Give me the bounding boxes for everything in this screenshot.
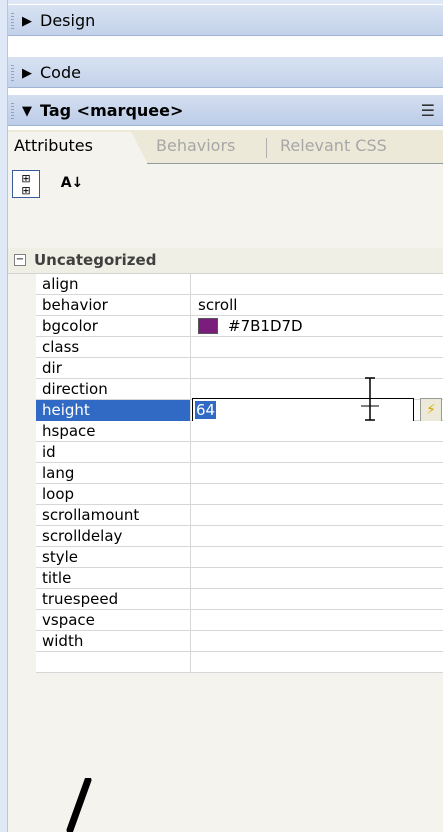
- tab-relevant-css[interactable]: Relevant CSS: [280, 136, 387, 155]
- panel-title-code: Code: [40, 63, 81, 82]
- attribute-name: dir: [36, 358, 191, 379]
- attribute-value[interactable]: [192, 463, 443, 484]
- attribute-value[interactable]: [192, 379, 443, 400]
- grip-icon[interactable]: [11, 65, 14, 81]
- attributes-toolbar: ⊞ ⊞ A↓: [8, 164, 443, 212]
- attribute-row-width[interactable]: width: [8, 631, 443, 652]
- property-grid: − Uncategorized align behavior scroll bg…: [8, 248, 443, 832]
- collapse-arrow-icon: ▼: [22, 104, 32, 119]
- toolbar-spacer: [8, 212, 443, 249]
- collapse-toggle-icon[interactable]: −: [14, 254, 26, 266]
- attribute-value[interactable]: [192, 631, 443, 652]
- attribute-value[interactable]: [192, 442, 443, 463]
- attribute-name-selected: height: [36, 400, 191, 421]
- attribute-row-height[interactable]: height 64 ⚡ 64: [8, 377, 443, 450]
- attribute-value[interactable]: scroll: [192, 295, 443, 316]
- tab-attributes[interactable]: Attributes: [8, 132, 148, 164]
- attribute-name: title: [36, 568, 191, 589]
- attribute-value[interactable]: [192, 421, 443, 442]
- bgcolor-hex: #7B1D7D: [228, 317, 303, 335]
- attribute-value[interactable]: [192, 568, 443, 589]
- panel-frame-left: [0, 0, 8, 832]
- expand-arrow-icon: ▶: [22, 66, 32, 81]
- attribute-value[interactable]: [192, 610, 443, 631]
- attribute-name: hspace: [36, 421, 191, 442]
- attribute-name: truespeed: [36, 589, 191, 610]
- dynamic-data-lightning-icon[interactable]: ⚡: [420, 398, 442, 422]
- attribute-row-bgcolor[interactable]: bgcolor #7B1D7D: [8, 316, 443, 337]
- attribute-value[interactable]: [192, 358, 443, 379]
- attribute-value[interactable]: [192, 274, 443, 295]
- attribute-name: align: [36, 274, 191, 295]
- attribute-value-bgcolor[interactable]: #7B1D7D: [192, 316, 443, 337]
- category-label: Uncategorized: [34, 251, 157, 269]
- attribute-value[interactable]: [192, 526, 443, 547]
- attribute-name: scrollamount: [36, 505, 191, 526]
- color-swatch[interactable]: [198, 318, 218, 334]
- attribute-row-align[interactable]: align: [8, 274, 443, 295]
- attribute-row-empty[interactable]: [8, 652, 443, 673]
- expand-arrow-icon: ▶: [22, 14, 32, 29]
- panel-header-code[interactable]: ▶ Code: [8, 56, 443, 88]
- attribute-row-class[interactable]: class: [8, 337, 443, 358]
- attribute-value[interactable]: [192, 337, 443, 358]
- panel-title-tag: Tag <marquee>: [40, 101, 184, 120]
- attribute-name: bgcolor: [36, 316, 191, 337]
- attribute-row-hspace[interactable]: hspace: [8, 421, 443, 442]
- grip-icon[interactable]: [11, 103, 14, 119]
- attribute-value[interactable]: [192, 505, 443, 526]
- text-cursor-icon: [361, 377, 379, 421]
- attribute-row-scrolldelay[interactable]: scrolldelay: [8, 526, 443, 547]
- attribute-name: scrolldelay: [36, 526, 191, 547]
- category-view-icon[interactable]: ⊞ ⊞: [12, 170, 40, 198]
- attribute-row-lang[interactable]: lang: [8, 463, 443, 484]
- attribute-row-id[interactable]: id: [8, 442, 443, 463]
- attribute-name: vspace: [36, 610, 191, 631]
- attribute-row-style[interactable]: style: [8, 547, 443, 568]
- category-row-uncategorized[interactable]: − Uncategorized: [8, 248, 443, 274]
- attribute-name: class: [36, 337, 191, 358]
- sort-az-icon[interactable]: A↓: [58, 170, 86, 198]
- attribute-name: lang: [36, 463, 191, 484]
- attribute-row-title[interactable]: title: [8, 568, 443, 589]
- attribute-row-vspace[interactable]: vspace: [8, 610, 443, 631]
- attribute-list: align behavior scroll bgcolor #7B1D7D cl…: [8, 274, 443, 673]
- options-menu-icon[interactable]: ☰: [421, 101, 435, 120]
- tab-bar: Attributes Behaviors Relevant CSS: [8, 130, 443, 164]
- tab-behaviors[interactable]: Behaviors: [156, 136, 235, 155]
- attribute-name: loop: [36, 484, 191, 505]
- attribute-value[interactable]: [192, 589, 443, 610]
- attribute-row-scrollamount[interactable]: scrollamount: [8, 505, 443, 526]
- panel-title-design: Design: [40, 11, 96, 30]
- attribute-name-empty: [36, 652, 191, 673]
- attribute-value[interactable]: [192, 484, 443, 505]
- attribute-name: direction: [36, 379, 191, 400]
- pen-stroke-mark: [66, 778, 92, 832]
- attribute-row-truespeed[interactable]: truespeed: [8, 589, 443, 610]
- attribute-name: id: [36, 442, 191, 463]
- attribute-name: style: [36, 547, 191, 568]
- panel-header-tag[interactable]: ▼ Tag <marquee> ☰: [8, 94, 443, 126]
- attribute-row-behavior[interactable]: behavior scroll: [8, 295, 443, 316]
- attribute-name: width: [36, 631, 191, 652]
- panel-header-design[interactable]: ▶ Design: [8, 4, 443, 36]
- grip-icon[interactable]: [11, 13, 14, 29]
- attribute-value[interactable]: [192, 547, 443, 568]
- height-value-selected-text: 64: [195, 401, 217, 419]
- attribute-value-empty[interactable]: [192, 652, 443, 673]
- attribute-name: behavior: [36, 295, 191, 316]
- attribute-row-loop[interactable]: loop: [8, 484, 443, 505]
- tab-separator: [266, 138, 267, 158]
